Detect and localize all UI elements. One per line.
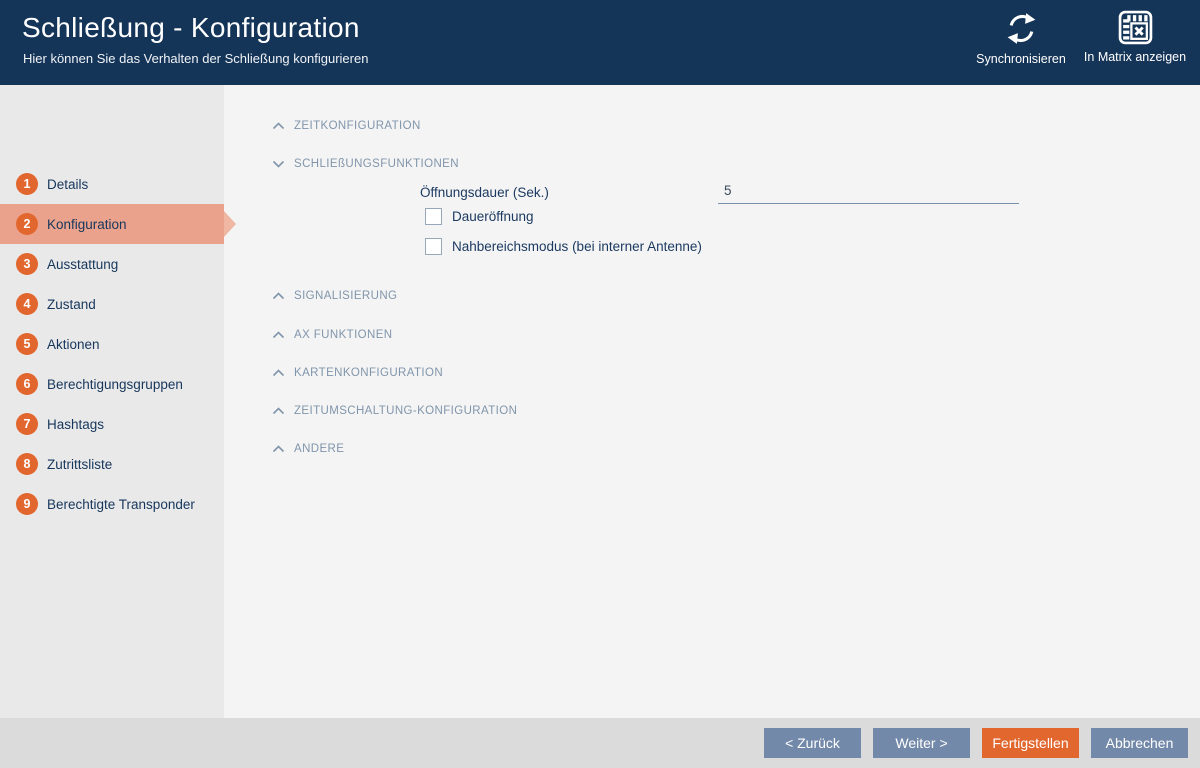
sidebar-item-label: Konfiguration: [47, 216, 127, 232]
sidebar-item-details[interactable]: 1 Details: [0, 170, 224, 198]
section-signalisierung[interactable]: SIGNALISIERUNG: [272, 290, 397, 302]
chevron-up-icon: [272, 445, 285, 453]
section-label: SIGNALISIERUNG: [294, 290, 398, 302]
sidebar-item-label: Hashtags: [47, 416, 105, 432]
opening-duration-input[interactable]: [718, 180, 1019, 204]
section-zeitumschaltung-konfiguration[interactable]: ZEITUMSCHALTUNG-KONFIGURATION: [272, 405, 517, 417]
page-title: Schließung - Konfiguration: [22, 12, 360, 43]
sync-icon: [1003, 10, 1040, 47]
sidebar-item-berechtigte-transponder[interactable]: 9 Berechtigte Transponder: [0, 484, 224, 524]
finish-button[interactable]: Fertigstellen: [982, 728, 1079, 758]
step-number-badge: 9: [16, 493, 38, 515]
checkbox-unchecked[interactable]: [425, 238, 442, 255]
back-button[interactable]: < Zurück: [764, 728, 861, 758]
matrix-grid-x-icon: [1118, 10, 1153, 45]
sidebar-item-label: Berechtigungsgruppen: [47, 376, 183, 392]
step-number-badge: 8: [16, 453, 38, 475]
chevron-up-icon: [272, 122, 285, 130]
step-number-badge: 2: [16, 213, 38, 235]
sidebar-item-label: Zustand: [47, 296, 96, 312]
section-label: KARTENKONFIGURATION: [294, 367, 444, 379]
sidebar-item-label: Aktionen: [47, 336, 100, 352]
step-number-badge: 7: [16, 413, 38, 435]
synchronize-button[interactable]: Synchronisieren: [955, 10, 1087, 66]
show-in-matrix-button[interactable]: In Matrix anzeigen: [1069, 10, 1200, 64]
section-zeitkonfiguration[interactable]: ZEITKONFIGURATION: [272, 120, 421, 132]
section-label: ANDERE: [294, 443, 345, 455]
sidebar-item-label: Details: [47, 176, 89, 192]
step-number-badge: 1: [16, 173, 38, 195]
permanent-open-checkbox-row[interactable]: Daueröffnung: [425, 208, 534, 225]
sidebar-item-konfiguration[interactable]: 2 Konfiguration: [0, 204, 224, 244]
sidebar-item-zustand[interactable]: 4 Zustand: [0, 284, 224, 324]
step-number-badge: 6: [16, 373, 38, 395]
checkbox-label: Nahbereichsmodus (bei interner Antenne): [452, 239, 702, 254]
cancel-button[interactable]: Abbrechen: [1091, 728, 1188, 758]
step-number-badge: 3: [16, 253, 38, 275]
chevron-up-icon: [272, 331, 285, 339]
wizard-step-sidebar: 1 Details 2 Konfiguration 3 Ausstattung …: [0, 85, 224, 718]
checkbox-label: Daueröffnung: [452, 209, 534, 224]
show-in-matrix-label: In Matrix anzeigen: [1083, 50, 1187, 64]
sidebar-item-label: Zutrittsliste: [47, 456, 113, 472]
section-label: ZEITKONFIGURATION: [294, 120, 421, 132]
lock-configuration-window: Schließung - Konfiguration Hier können S…: [0, 0, 1200, 768]
sidebar-item-berechtigungsgruppen[interactable]: 6 Berechtigungsgruppen: [0, 364, 224, 404]
chevron-down-icon: [272, 160, 285, 168]
sidebar-item-hashtags[interactable]: 7 Hashtags: [0, 404, 224, 444]
chevron-up-icon: [272, 407, 285, 415]
step-number-badge: 5: [16, 333, 38, 355]
section-label: ZEITUMSCHALTUNG-KONFIGURATION: [294, 405, 518, 417]
next-button[interactable]: Weiter >: [873, 728, 970, 758]
sidebar-item-zutrittsliste[interactable]: 8 Zutrittsliste: [0, 444, 224, 484]
sidebar-item-label: Ausstattung: [47, 256, 119, 272]
synchronize-label: Synchronisieren: [976, 52, 1066, 66]
sidebar-item-label: Berechtigte Transponder: [47, 496, 195, 512]
footer-button-bar: < Zurück Weiter > Fertigstellen Abbreche…: [0, 718, 1200, 768]
page-subtitle: Hier können Sie das Verhalten der Schlie…: [23, 51, 369, 66]
section-kartenkonfiguration[interactable]: KARTENKONFIGURATION: [272, 367, 443, 379]
section-label: SCHLIEßUNGSFUNKTIONEN: [294, 158, 459, 170]
step-number-badge: 4: [16, 293, 38, 315]
section-ax-funktionen[interactable]: AX FUNKTIONEN: [272, 329, 393, 341]
checkbox-unchecked[interactable]: [425, 208, 442, 225]
sidebar-item-ausstattung[interactable]: 3 Ausstattung: [0, 244, 224, 284]
near-field-mode-checkbox-row[interactable]: Nahbereichsmodus (bei interner Antenne): [425, 238, 702, 255]
section-schliessungsfunktionen[interactable]: SCHLIEßUNGSFUNKTIONEN: [272, 158, 459, 170]
header-bar: Schließung - Konfiguration Hier können S…: [0, 0, 1200, 85]
chevron-up-icon: [272, 369, 285, 377]
sidebar-item-aktionen[interactable]: 5 Aktionen: [0, 324, 224, 364]
chevron-up-icon: [272, 292, 285, 300]
opening-duration-label: Öffnungsdauer (Sek.): [420, 185, 549, 200]
section-label: AX FUNKTIONEN: [294, 329, 393, 341]
section-andere[interactable]: ANDERE: [272, 443, 344, 455]
